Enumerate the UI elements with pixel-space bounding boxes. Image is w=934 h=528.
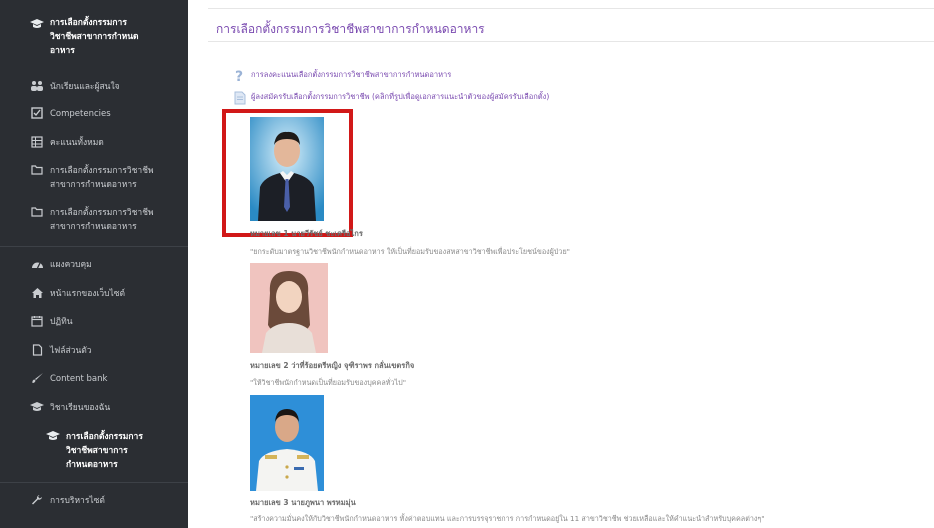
wrench-icon (30, 494, 44, 508)
candidates-link[interactable]: ผู้ลงสมัครรับเลือกตั้งกรรมการวิชาชีพ (คล… (234, 90, 550, 105)
sidebar-item-course[interactable]: การเลือกตั้งกรรมการ วิชาชีพสาขาการกำหนด … (0, 16, 188, 66)
top-rule (208, 8, 934, 9)
sidebar-item-label: ไฟล์ส่วนตัว (50, 346, 92, 356)
sidebar-item-label: หน้าแรกของเว็บไซต์ (50, 289, 126, 299)
title-rule (208, 41, 934, 42)
sidebar-item-label: คะแนนทั้งหมด (50, 138, 104, 148)
sidebar-item-label: แผงควบคุม (50, 260, 92, 270)
main-content: การเลือกตั้งกรรมการวิชาชีพสาขาการกำหนดอา… (188, 0, 934, 528)
candidate-2-quote: "ให้วิชาชีพนักกำหนดเป็นที่ยอมรับของบุคคล… (250, 378, 407, 387)
folder-icon (30, 164, 44, 178)
sidebar-item-label: การเลือกตั้งกรรมการวิชาชีพ สาขาการกำหนดอ… (50, 166, 154, 190)
sidebar-item-current-course[interactable]: การเลือกตั้งกรรมการ วิชาชีพสาขาการ กำหนด… (0, 430, 188, 474)
sidebar-item-label: Content bank (50, 374, 108, 384)
document-icon (234, 90, 246, 105)
sidebar-item-label: การบริหารไซต์ (50, 496, 105, 506)
sidebar-item-label: Competencies (50, 109, 111, 119)
sidebar-item-label: การเลือกตั้งกรรมการ วิชาชีพสาขาการ กำหนด… (66, 432, 143, 470)
sidebar-item-my-courses[interactable]: วิชาเรียนของฉัน (0, 401, 188, 417)
graduation-cap-icon (30, 401, 44, 415)
candidate-3-name: หมายเลข 3 นายภูพนา พรหมมุ่น (250, 498, 356, 507)
candidate-2-photo[interactable] (250, 263, 328, 353)
sidebar-item-site-admin[interactable]: การบริหารไซต์ (0, 494, 188, 510)
vote-link[interactable]: ? การลงคะแนนเลือกตั้งกรรมการวิชาชีพสาขาก… (234, 68, 452, 85)
home-icon (30, 287, 44, 301)
sidebar-item-site-home[interactable]: หน้าแรกของเว็บไซต์ (0, 287, 188, 303)
graduation-cap-icon (46, 430, 60, 444)
paintbrush-icon (30, 372, 44, 386)
graduation-cap-icon (30, 18, 44, 32)
sidebar-item-label: การเลือกตั้งกรรมการ วิชาชีพสาขาการกำหนด … (50, 18, 139, 56)
sidebar-divider (0, 246, 188, 247)
candidate-3-photo[interactable] (250, 395, 324, 491)
sidebar-nav: การเลือกตั้งกรรมการ วิชาชีพสาขาการกำหนด … (0, 0, 188, 528)
sidebar-item-competencies[interactable]: Competencies (0, 107, 188, 123)
dashboard-icon (30, 258, 44, 272)
candidate-1-name: หมายเลข 1 นายวีรัชย์ ชะเครือไกร (250, 229, 363, 238)
users-icon (30, 80, 44, 94)
svg-text:?: ? (235, 69, 243, 83)
sidebar-item-dashboard[interactable]: แผงควบคุม (0, 258, 188, 274)
file-icon (30, 344, 44, 358)
candidate-2-name: หมายเลข 2 ว่าที่ร้อยตรีหญิง จุฑิราพร กลั… (250, 361, 415, 370)
checkbox-icon (30, 107, 44, 121)
question-icon: ? (234, 68, 246, 85)
sidebar-item-label: วิชาเรียนของฉัน (50, 403, 111, 413)
sidebar-item-participants[interactable]: นักเรียนและผู้สนใจ (0, 80, 188, 96)
folder-icon (30, 206, 44, 220)
sidebar-item-section-1[interactable]: การเลือกตั้งกรรมการวิชาชีพ สาขาการกำหนดอ… (0, 164, 188, 194)
page-title: การเลือกตั้งกรรมการวิชาชีพสาขาการกำหนดอา… (216, 22, 485, 36)
sidebar-item-label: การเลือกตั้งกรรมการวิชาชีพ สาขาการกำหนดอ… (50, 208, 154, 232)
sidebar-item-content-bank[interactable]: Content bank (0, 372, 188, 388)
sidebar-item-grades[interactable]: คะแนนทั้งหมด (0, 136, 188, 152)
table-icon (30, 136, 44, 150)
sidebar-divider (0, 482, 188, 483)
sidebar-item-label: ปฏิทิน (50, 317, 73, 327)
selection-highlight (222, 109, 353, 237)
sidebar-item-calendar[interactable]: ปฏิทิน (0, 315, 188, 331)
candidate-1-quote: "ยกระดับมาตรฐานวิชาชีพนักกำหนดอาหาร ให้เ… (250, 247, 570, 256)
sidebar-item-section-2[interactable]: การเลือกตั้งกรรมการวิชาชีพ สาขาการกำหนดอ… (0, 206, 188, 236)
candidate-3-quote: "สร้างความมั่นคงให้กับวิชาชีพนักกำหนดอาห… (250, 514, 765, 523)
calendar-icon (30, 315, 44, 329)
sidebar-item-private-files[interactable]: ไฟล์ส่วนตัว (0, 344, 188, 360)
sidebar-item-label: นักเรียนและผู้สนใจ (50, 82, 120, 92)
candidates-link-label: ผู้ลงสมัครรับเลือกตั้งกรรมการวิชาชีพ (คล… (251, 92, 550, 101)
vote-link-label: การลงคะแนนเลือกตั้งกรรมการวิชาชีพสาขาการ… (251, 70, 452, 79)
